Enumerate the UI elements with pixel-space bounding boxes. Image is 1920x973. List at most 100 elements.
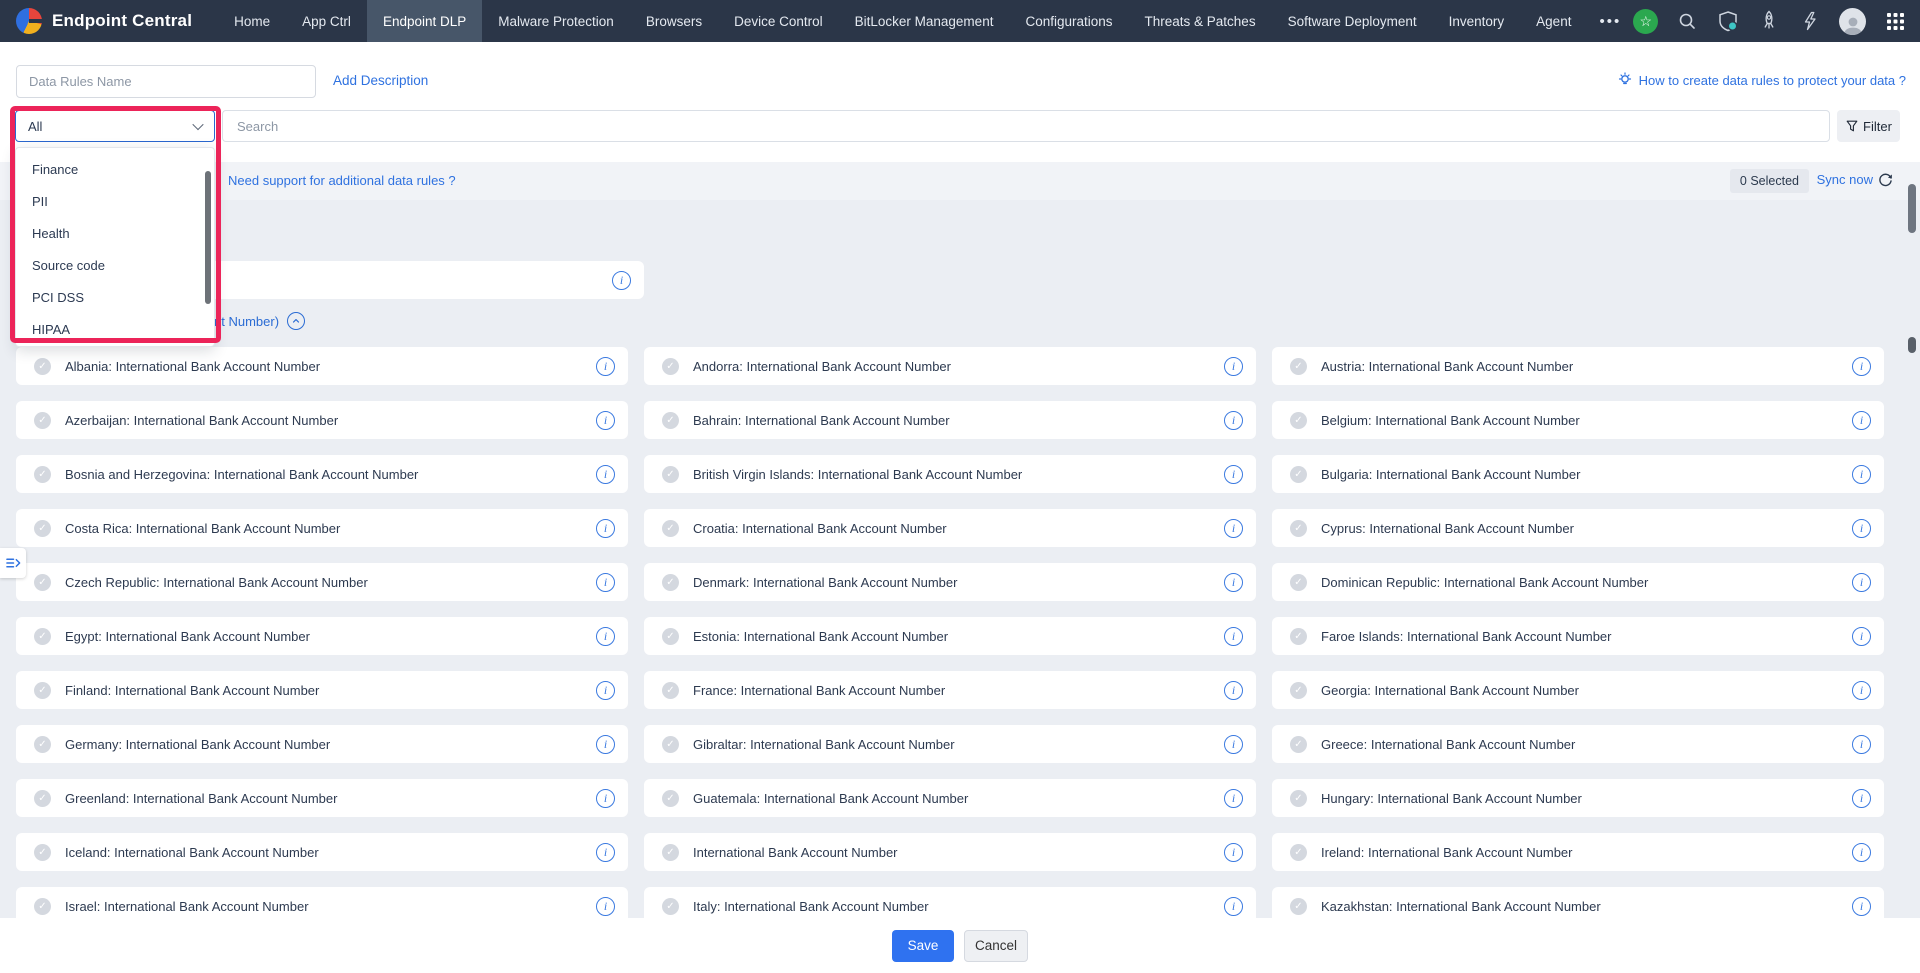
nav-tab-software-deployment[interactable]: Software Deployment [1272,0,1433,42]
rule-card[interactable]: ✓ Costa Rica: International Bank Account … [16,509,628,547]
check-circle-icon[interactable]: ✓ [662,465,679,483]
check-circle-icon[interactable]: ✓ [34,573,51,591]
check-circle-icon[interactable]: ✓ [662,411,679,429]
rule-card[interactable]: ✓ British Virgin Islands: International B… [644,455,1256,493]
check-circle-icon[interactable]: ✓ [1290,897,1307,915]
help-link[interactable]: How to create data rules to protect your… [1617,72,1906,88]
info-icon[interactable]: i [1852,842,1871,862]
rule-card[interactable]: ✓ Bulgaria: International Bank Account Nu… [1272,455,1884,493]
data-rules-name-input[interactable] [16,65,316,98]
rule-card[interactable]: ✓ Greece: International Bank Account Numb… [1272,725,1884,763]
rule-card[interactable]: ✓ Guatemala: International Bank Account N… [644,779,1256,817]
rule-card[interactable]: ✓ International Bank Account Number i [644,833,1256,871]
nav-tab-inventory[interactable]: Inventory [1433,0,1521,42]
rule-card[interactable]: ✓ Bahrain: International Bank Account Num… [644,401,1256,439]
info-icon[interactable]: i [1852,896,1871,916]
info-icon[interactable]: i [1224,464,1243,484]
info-icon[interactable]: i [1852,410,1871,430]
dropdown-option-health[interactable]: Health [16,217,214,249]
check-circle-icon[interactable]: ✓ [34,789,51,807]
nav-tab-app-ctrl[interactable]: App Ctrl [286,0,367,42]
cancel-button[interactable]: Cancel [964,929,1028,962]
additional-rules-support-link[interactable]: Need support for additional data rules ? [228,173,456,188]
apps-grid-icon[interactable] [1883,9,1907,33]
nav-tab-home[interactable]: Home [218,0,286,42]
check-circle-icon[interactable]: ✓ [34,897,51,915]
info-icon[interactable]: i [1852,572,1871,592]
info-icon[interactable]: i [1852,464,1871,484]
check-circle-icon[interactable]: ✓ [662,789,679,807]
check-circle-icon[interactable]: ✓ [1290,843,1307,861]
info-icon[interactable]: i [596,842,615,862]
rule-card[interactable]: ✓ France: International Bank Account Numb… [644,671,1256,709]
page-scrollbar-thumb[interactable] [1908,184,1916,233]
info-icon[interactable]: i [596,572,615,592]
check-circle-icon[interactable]: ✓ [662,843,679,861]
rule-card[interactable]: ✓ Estonia: International Bank Account Num… [644,617,1256,655]
nav-tab-threats-patches[interactable]: Threats & Patches [1129,0,1272,42]
rule-card[interactable]: ✓ Gibraltar: International Bank Account N… [644,725,1256,763]
info-icon[interactable]: i [596,356,615,376]
nav-tab-device-control[interactable]: Device Control [718,0,839,42]
info-icon[interactable]: i [1224,842,1243,862]
rule-card[interactable]: ✓ Czech Republic: International Bank Acco… [16,563,628,601]
collapse-section-icon[interactable] [287,312,306,330]
rule-card[interactable]: ✓ Egypt: International Bank Account Numbe… [16,617,628,655]
info-icon[interactable]: i [596,464,615,484]
check-circle-icon[interactable]: ✓ [1290,573,1307,591]
check-circle-icon[interactable]: ✓ [34,411,51,429]
nav-tab-endpoint-dlp[interactable]: Endpoint DLP [366,0,483,42]
dropdown-option-pci-dss[interactable]: PCI DSS [16,281,214,313]
info-icon[interactable]: i [1224,896,1243,916]
expand-side-panel-tab[interactable] [0,548,26,578]
rule-card[interactable]: ✓ Bosnia and Herzegovina: International B… [16,455,628,493]
info-icon[interactable]: i [1852,734,1871,754]
security-shield-icon[interactable] [1716,9,1740,33]
rule-card[interactable]: ✓ Ireland: International Bank Account Num… [1272,833,1884,871]
info-icon[interactable]: i [596,788,615,808]
rule-card[interactable]: ✓ Denmark: International Bank Account Num… [644,563,1256,601]
nav-tab-malware-protection[interactable]: Malware Protection [482,0,630,42]
nav-tab-bitlocker-management[interactable]: BitLocker Management [839,0,1010,42]
sync-now-link[interactable]: Sync now [1817,172,1893,187]
search-input[interactable] [222,110,1830,142]
check-circle-icon[interactable]: ✓ [662,735,679,753]
info-icon[interactable]: i [1852,356,1871,376]
dropdown-option-hipaa[interactable]: HIPAA [16,313,214,345]
info-icon[interactable]: i [1224,518,1243,538]
nav-more-menu[interactable]: ••• [1587,13,1633,30]
whats-new-rocket-icon[interactable] [1757,9,1781,33]
check-circle-icon[interactable]: ✓ [662,357,679,375]
rewards-star-icon[interactable]: ☆ [1633,8,1659,34]
rule-card[interactable]: ✓ Finland: International Bank Account Num… [16,671,628,709]
info-icon[interactable]: i [1224,410,1243,430]
check-circle-icon[interactable]: ✓ [662,681,679,699]
info-icon[interactable]: i [1852,518,1871,538]
info-icon[interactable]: i [1224,626,1243,646]
check-circle-icon[interactable]: ✓ [1290,519,1307,537]
rule-card[interactable]: ✓ Georgia: International Bank Account Num… [1272,671,1884,709]
check-circle-icon[interactable]: ✓ [1290,627,1307,645]
dropdown-option-pii[interactable]: PII [16,185,214,217]
dropdown-scrollbar-thumb[interactable] [205,171,211,304]
check-circle-icon[interactable]: ✓ [34,843,51,861]
info-icon[interactable]: i [596,410,615,430]
check-circle-icon[interactable]: ✓ [662,897,679,915]
info-icon[interactable]: i [1224,572,1243,592]
check-circle-icon[interactable]: ✓ [34,357,51,375]
check-circle-icon[interactable]: ✓ [1290,789,1307,807]
rule-card[interactable]: ✓ Austria: International Bank Account Num… [1272,347,1884,385]
nav-tab-agent[interactable]: Agent [1520,0,1587,42]
info-icon[interactable]: i [596,518,615,538]
info-icon[interactable]: i [596,734,615,754]
info-icon[interactable]: i [1224,680,1243,700]
info-icon[interactable]: i [596,896,615,916]
rule-card[interactable]: ✓ Dominican Republic: International Bank … [1272,563,1884,601]
dropdown-option-source-code[interactable]: Source code [16,249,214,281]
dropdown-option-finance[interactable]: Finance [16,153,214,185]
check-circle-icon[interactable]: ✓ [34,519,51,537]
check-circle-icon[interactable]: ✓ [662,519,679,537]
info-icon[interactable]: i [1224,356,1243,376]
check-circle-icon[interactable]: ✓ [1290,465,1307,483]
info-icon[interactable]: i [1852,680,1871,700]
